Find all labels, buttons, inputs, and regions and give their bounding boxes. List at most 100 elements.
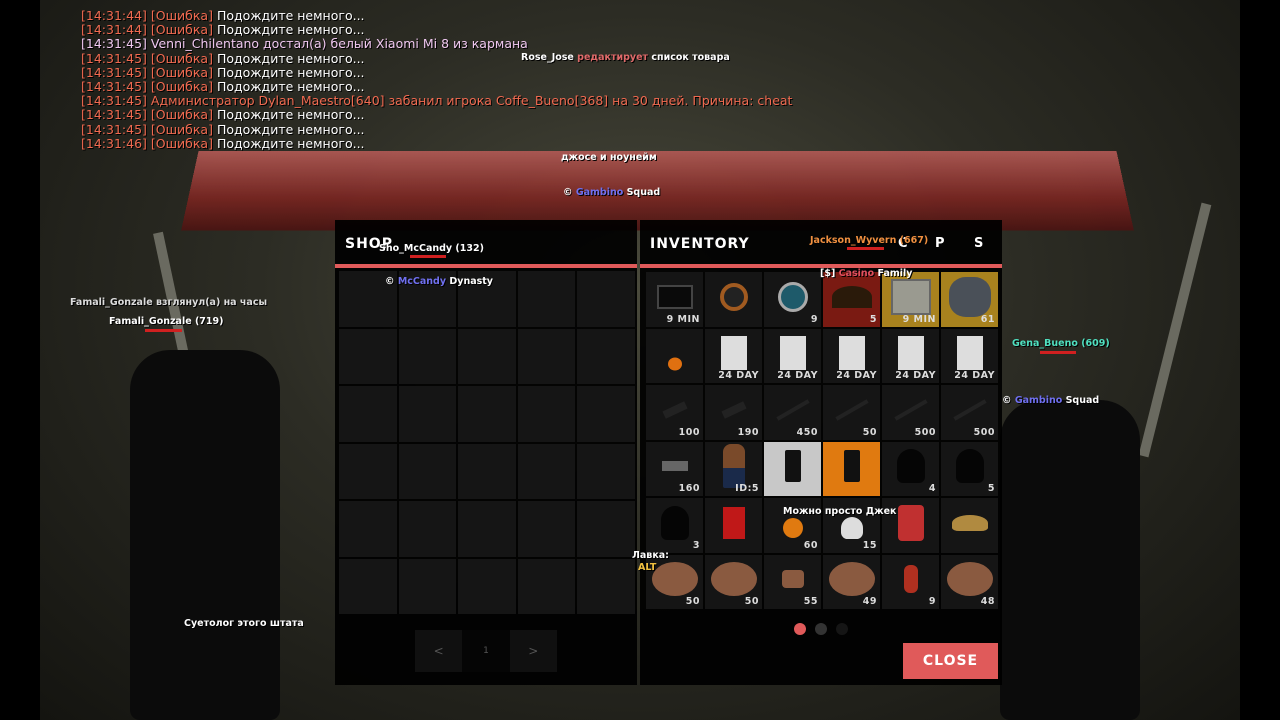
inventory-slot[interactable]: 100	[646, 385, 703, 440]
inventory-slot[interactable]: 4	[882, 441, 939, 496]
inventory-slot[interactable]: 24 DAY	[823, 328, 880, 383]
inventory-slot[interactable]: 24 DAY	[705, 328, 762, 383]
player-nametag: Sho_McCandy (132)	[379, 243, 484, 254]
shop-slot[interactable]	[577, 443, 635, 499]
chat-tag: [Ошибка]	[150, 64, 213, 80]
shop-slot[interactable]	[577, 328, 635, 384]
inventory-slot[interactable]: 500	[941, 385, 998, 440]
inventory-slot[interactable]: ID:5	[705, 441, 762, 496]
shop-slot[interactable]	[339, 501, 397, 557]
item-count: 60	[803, 539, 818, 551]
shop-slot[interactable]	[517, 271, 575, 327]
inventory-slot[interactable]: 24 DAY	[764, 328, 821, 383]
shop-slot[interactable]	[458, 501, 516, 557]
inventory-panel: INVENTORY C P S 9 MIN 9 5 9 MIN 61 24 DAY 24 D…	[640, 220, 1002, 685]
inventory-slot[interactable]: 50	[823, 385, 880, 440]
tab-p[interactable]: P	[935, 236, 945, 251]
chat-time: [14:31:45]	[81, 36, 147, 52]
shop-slot[interactable]	[339, 558, 397, 614]
shop-slot[interactable]	[398, 386, 456, 442]
document-icon	[720, 336, 747, 371]
page-dot[interactable]	[815, 623, 827, 635]
inventory-slot[interactable]: 3	[646, 498, 703, 553]
inventory-slot[interactable]: 61	[941, 272, 998, 327]
shop-slot[interactable]	[517, 558, 575, 614]
shop-grid	[339, 271, 635, 614]
inventory-slot[interactable]: 24 DAY	[882, 328, 939, 383]
inventory-slot[interactable]: 9 MIN	[646, 272, 703, 327]
inventory-slot[interactable]: 160	[646, 441, 703, 496]
health-bar	[145, 329, 182, 332]
inventory-slot[interactable]	[823, 441, 880, 496]
nametag-label: джосе и ноунейм	[561, 152, 657, 163]
prev-page-button[interactable]: <	[415, 630, 463, 672]
player-nametag: Gena_Bueno (609)	[1012, 338, 1110, 349]
inventory-slot[interactable]: 190	[705, 385, 762, 440]
shop-slot[interactable]	[577, 386, 635, 442]
inventory-slot[interactable]	[705, 498, 762, 553]
action-label: Famali_Gonzale взглянул(а) на часы	[70, 297, 268, 308]
item-count: 9 MIN	[902, 313, 936, 325]
chat-text: Подождите немного...	[216, 50, 365, 66]
shop-slot[interactable]	[339, 443, 397, 499]
stone-icon	[948, 276, 991, 317]
chip-icon	[719, 282, 748, 311]
player-nametag: Famali_Gonzale (719)	[109, 316, 224, 327]
inventory-slot[interactable]	[705, 272, 762, 327]
shop-slot[interactable]	[517, 443, 575, 499]
inventory-slot[interactable]: 9	[764, 272, 821, 327]
shop-slot[interactable]	[458, 386, 516, 442]
inventory-slot[interactable]	[646, 328, 703, 383]
item-count: 50	[744, 596, 759, 607]
inventory-slot[interactable]: 9	[882, 554, 939, 609]
page-dot[interactable]	[794, 623, 806, 635]
shop-slot[interactable]	[577, 271, 635, 327]
health-bar	[1040, 351, 1076, 354]
shop-slot[interactable]	[398, 501, 456, 557]
shop-slot[interactable]	[458, 328, 516, 384]
close-button[interactable]: CLOSE	[903, 643, 998, 679]
shop-slot[interactable]	[339, 386, 397, 442]
player-character	[130, 350, 280, 720]
item-count: ID:5	[735, 483, 759, 494]
shop-slot[interactable]	[398, 443, 456, 499]
item-count: 5	[987, 483, 995, 494]
item-count: 50	[685, 596, 700, 607]
shop-slot[interactable]	[458, 443, 516, 499]
document-icon	[897, 336, 924, 371]
tab-s[interactable]: S	[974, 236, 983, 251]
inventory-slot[interactable]: 49	[823, 554, 880, 609]
table-leg	[1138, 202, 1212, 458]
shop-slot[interactable]	[517, 386, 575, 442]
next-page-button[interactable]: >	[509, 630, 557, 672]
inventory-slot[interactable]: 5	[941, 441, 998, 496]
shop-slot[interactable]	[577, 558, 635, 614]
shop-pagination: < 1 >	[415, 630, 557, 672]
shop-slot[interactable]	[398, 558, 456, 614]
shop-slot[interactable]	[517, 328, 575, 384]
chat-line: [14:31:44] [Ошибка] Подождите немного...	[81, 23, 792, 37]
chat-text: Подождите немного...	[216, 79, 365, 95]
box-icon	[656, 284, 693, 309]
bottle-icon	[903, 565, 918, 594]
inventory-slot[interactable]: 48	[941, 554, 998, 609]
shop-slot[interactable]	[577, 501, 635, 557]
inventory-slot[interactable]	[941, 498, 998, 553]
inventory-slot[interactable]: 500	[882, 385, 939, 440]
page-dot[interactable]	[836, 623, 848, 635]
inventory-slot[interactable]	[764, 441, 821, 496]
inventory-slot[interactable]: 50	[705, 554, 762, 609]
inventory-slot[interactable]: 450	[764, 385, 821, 440]
shop-slot[interactable]	[458, 558, 516, 614]
shop-slot[interactable]	[398, 328, 456, 384]
inventory-slot[interactable]: 5	[823, 272, 880, 327]
inventory-slot[interactable]: 9 MIN	[882, 272, 939, 327]
shop-slot[interactable]	[517, 501, 575, 557]
steak-icon	[651, 562, 698, 597]
inventory-slot[interactable]: 24 DAY	[941, 328, 998, 383]
item-count: 3	[692, 539, 700, 551]
item-count: 50	[862, 426, 877, 438]
shop-slot[interactable]	[339, 328, 397, 384]
item-count: 500	[914, 426, 936, 438]
inventory-slot[interactable]: 55	[764, 554, 821, 609]
